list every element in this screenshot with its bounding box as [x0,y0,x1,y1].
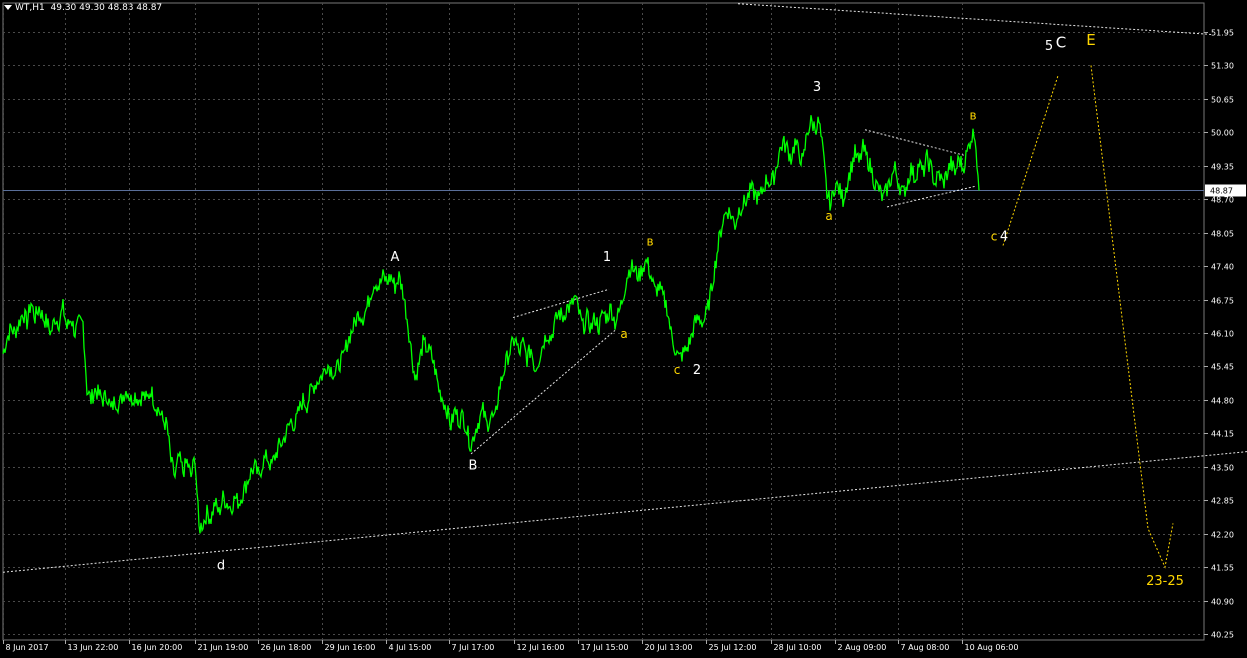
x-tick-label: 13 Jun 22:00 [68,643,119,652]
x-tick-label: 28 Jul 10:00 [774,643,822,652]
y-tick-label: 43.50 [1211,464,1234,473]
y-tick-label: 44.80 [1211,397,1234,406]
y-tick-label: 48.05 [1211,230,1234,239]
x-tick-label: 10 Aug 06:00 [965,643,1019,652]
x-tick-label: 29 Jun 16:00 [325,643,376,652]
trend-line [864,129,966,156]
x-tick-label: 7 Aug 08:00 [901,643,950,652]
forecast-line-up [1002,75,1059,246]
wave-label: а [620,327,627,341]
wave-label: с [674,363,681,377]
x-tick-label: 26 Jun 18:00 [261,643,312,652]
y-tick-label: 50.65 [1211,96,1234,105]
wave-label: а [825,209,832,223]
wave-label: 2 [693,363,701,378]
plot-frame [2,2,1205,641]
y-tick-label: 42.85 [1211,497,1234,506]
y-tick-label: 40.25 [1211,631,1234,640]
y-tick-label: 47.40 [1211,263,1234,272]
x-tick-label: 2 Aug 09:00 [838,643,887,652]
y-tick-label: 40.90 [1211,598,1234,607]
wave-label: 4 [1000,229,1008,244]
wave-label: 23-25 [1146,574,1184,589]
wave-label: B [469,458,478,473]
price-series-line [2,115,980,534]
y-tick-label: 50.00 [1211,129,1234,138]
x-tick-label: 25 Jul 12:00 [709,643,757,652]
wave-label: в [969,108,976,122]
y-tick-label: 42.20 [1211,531,1234,540]
x-tick-label: 17 Jul 15:00 [581,643,629,652]
forecast-line-down [1090,65,1174,569]
wave-label: 3 [813,80,821,95]
trend-line [470,330,616,455]
x-tick-label: 16 Jun 20:00 [132,643,183,652]
x-tick-label: 4 Jul 15:00 [389,643,432,652]
x-tick-label: 21 Jun 19:00 [198,643,249,652]
y-tick-label: 51.95 [1211,29,1234,38]
wave-label: C [1056,33,1066,51]
price-chart[interactable]: 51.95 51.30 50.65 50.00 49.35 48.70 48.05 47.40… [0,0,1247,658]
y-tick-label: 49.35 [1211,163,1234,172]
wave-label: 1 [603,250,611,265]
y-tick-label: 45.45 [1211,363,1234,372]
x-tick-label: 8 Jun 2017 [6,643,49,652]
y-tick-label: 46.10 [1211,330,1234,339]
y-tick-label: 51.30 [1211,62,1234,71]
wave-label: 5 [1045,39,1053,54]
x-tick-label: 7 Jul 17:00 [452,643,495,652]
x-tick-label: 12 Jul 16:00 [517,643,565,652]
wave-label: A [391,250,400,265]
y-tick-label: 41.55 [1211,564,1234,573]
x-tick-label: 20 Jul 13:00 [645,643,693,652]
trend-line [737,3,1214,36]
wave-label: с [991,229,998,243]
wave-label: E [1086,31,1095,49]
wave-label: d [217,559,225,574]
y-tick-label: 46.75 [1211,297,1234,306]
y-tick-label: 44.15 [1211,430,1234,439]
y-tick-label: 48.70 [1211,196,1234,205]
wave-label: в [646,235,653,249]
current-price-label: 48.87 [1210,187,1233,196]
